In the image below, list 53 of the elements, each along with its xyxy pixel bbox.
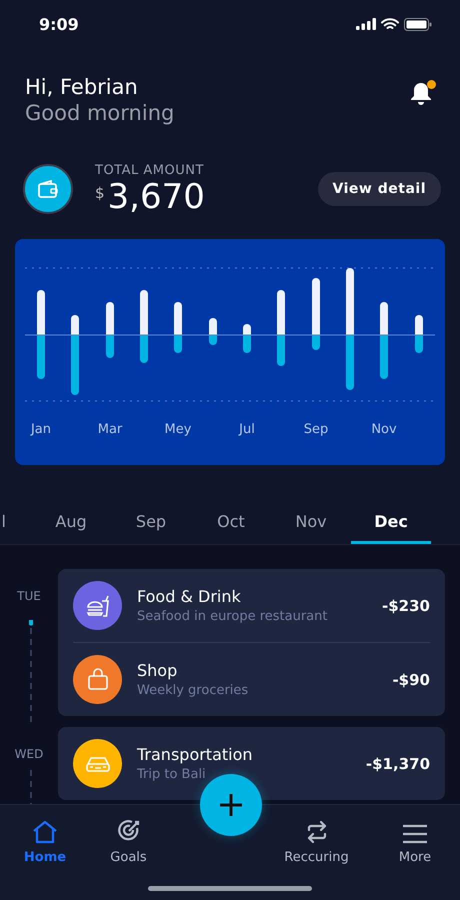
burger-drink-icon	[84, 592, 110, 618]
transaction-note: Weekly groceries	[137, 683, 250, 698]
month-label: Nov	[371, 422, 397, 437]
wifi-icon	[381, 18, 399, 30]
home-icon	[32, 820, 58, 844]
wallet-button[interactable]	[23, 164, 73, 214]
transaction-amount: -$230	[382, 596, 430, 614]
day-label: TUE	[17, 589, 41, 603]
month-tab[interactable]: Aug	[31, 499, 111, 544]
notification-button[interactable]	[408, 80, 436, 108]
battery-icon	[404, 18, 432, 30]
view-detail-button[interactable]: View detail	[318, 172, 441, 206]
chart-bar	[243, 324, 251, 353]
transaction-title: Transportation	[137, 745, 254, 764]
month-label: Mar	[98, 422, 122, 437]
month-tab[interactable]: Oct	[191, 499, 271, 544]
month-label: Mey	[164, 422, 192, 437]
shopping-bag-icon	[86, 668, 110, 692]
transaction-note: Trip to Bali	[137, 767, 207, 782]
nav-tab[interactable]: More	[383, 813, 447, 865]
transaction-card[interactable]: Transportation Trip to Bali -$1,370	[58, 727, 445, 800]
menu-icon	[402, 824, 428, 844]
total-label: TOTAL AMOUNT	[95, 162, 205, 178]
greeting-text: Hi, Febrian	[25, 74, 139, 100]
month-tab[interactable]: l	[0, 499, 31, 544]
transaction-note: Seafood in europe restaurant	[137, 609, 328, 624]
transaction-amount: -$90	[392, 670, 430, 688]
transaction-title: Food & Drink	[137, 587, 242, 606]
month-tab[interactable]: Sep	[111, 499, 191, 544]
bell-icon	[408, 80, 434, 106]
month-label: Sep	[304, 422, 328, 437]
chart-bar	[174, 302, 182, 353]
nav-tab[interactable]: Goals	[96, 813, 160, 865]
nav-tab[interactable]: Home	[13, 813, 77, 865]
signal-icon	[356, 18, 376, 30]
transaction-title: Shop	[137, 661, 178, 680]
wallet-icon	[38, 180, 58, 198]
chart-bar	[209, 318, 217, 345]
plus-icon	[219, 793, 243, 817]
month-label: Jul	[239, 422, 255, 437]
month-tab[interactable]: Nov	[271, 499, 351, 544]
status-time: 9:09	[39, 14, 79, 34]
month-label: Jan	[30, 422, 52, 437]
transaction-card[interactable]: Food & Drink Seafood in europe restaurant -$230 Shop Weekly groceries -$90	[58, 569, 445, 716]
total-amount: 3,670	[108, 178, 205, 216]
day-label: WED	[14, 747, 44, 761]
chart-bar	[312, 278, 320, 350]
chart-bar	[415, 315, 423, 353]
nav-tab[interactable]: Reccuring	[270, 813, 364, 865]
chart-bar	[106, 302, 114, 358]
transaction-amount: -$1,370	[366, 754, 430, 772]
currency-symbol: $	[95, 184, 105, 202]
greeting-subtitle: Good morning	[25, 100, 174, 126]
